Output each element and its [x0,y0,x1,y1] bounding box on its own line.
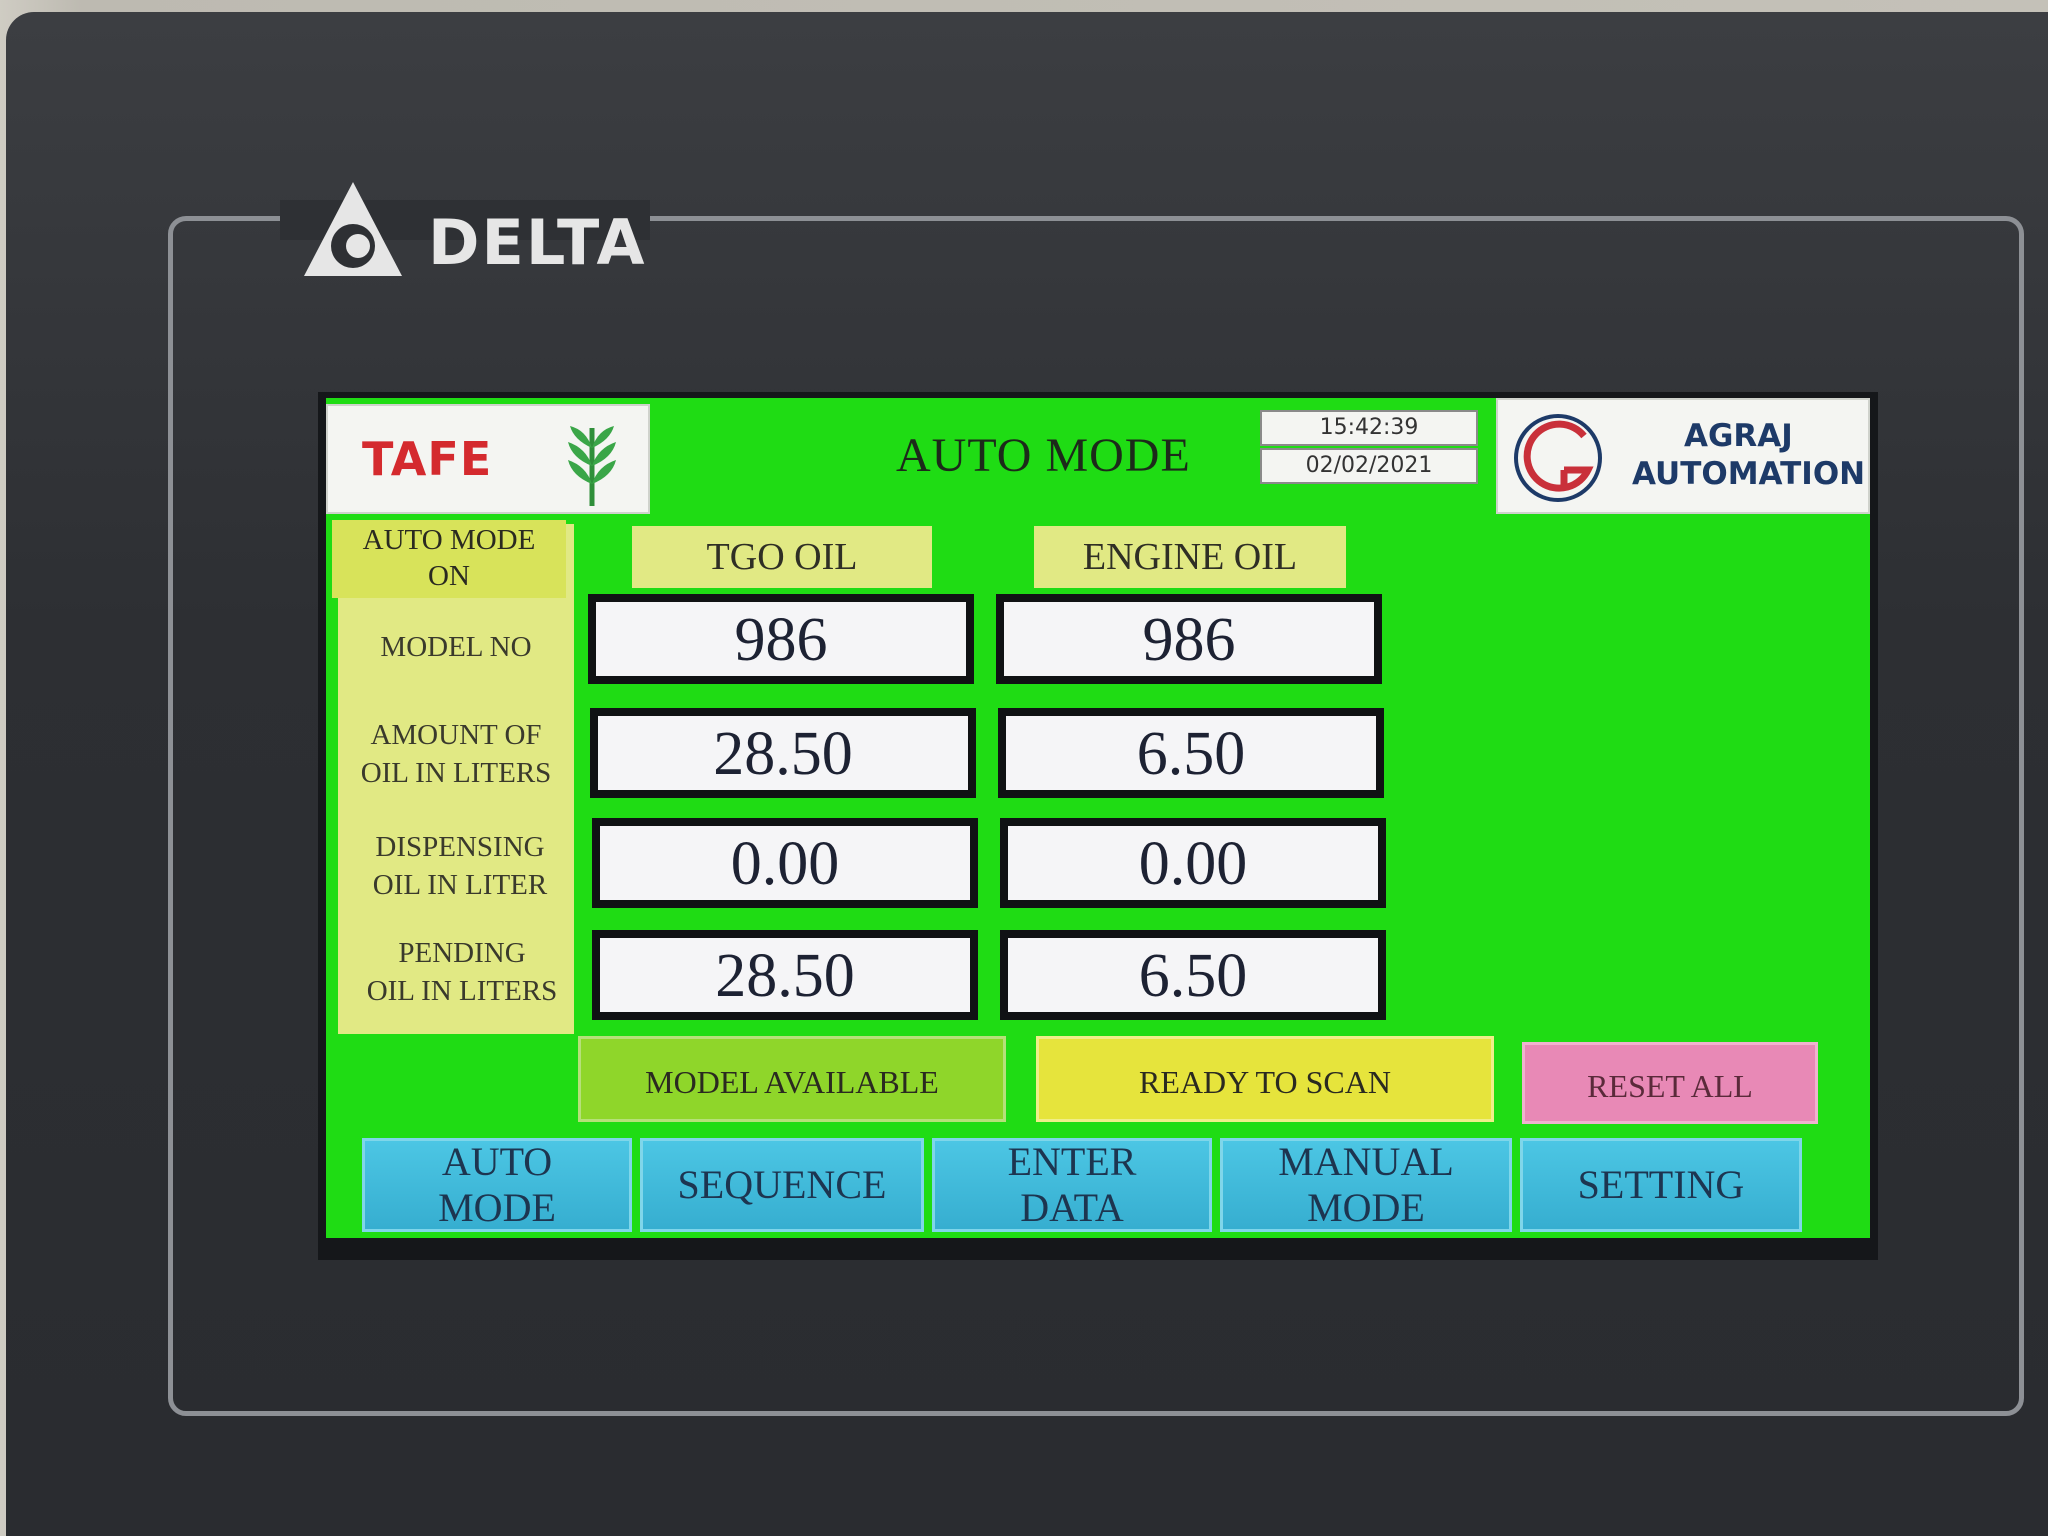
tgo-amount-field[interactable]: 28.50 [590,708,976,798]
row-label-line1: PENDING [398,937,526,969]
nav-setting-button[interactable]: SETTING [1520,1138,1802,1232]
row-label-line1: MODEL NO [380,631,532,663]
row-label-line1: DISPENSING [375,831,545,863]
row-label-dispensing: DISPENSING OIL IN LITER [340,828,580,904]
nav-auto-mode-button[interactable]: AUTO MODE [362,1138,632,1232]
nav-enter-data-button[interactable]: ENTER DATA [932,1138,1212,1232]
nav-manual-mode-button[interactable]: MANUAL MODE [1220,1138,1512,1232]
auto-mode-status-line1: AUTO MODE [362,524,536,556]
row-label-line1: AMOUNT OF [370,719,542,751]
nav-label-line2: MODE [1307,1185,1425,1230]
ready-to-scan-indicator: READY TO SCAN [1036,1036,1494,1122]
tafe-logo: TAFE [326,404,650,514]
row-label-line2: OIL IN LITERS [366,975,558,1007]
nav-label-line2: MODE [438,1185,556,1230]
nav-label-line1: SEQUENCE [677,1162,887,1207]
nav-label-line2: DATA [1020,1185,1124,1230]
auto-mode-status-line2: ON [428,560,470,592]
row-label-line2: OIL IN LITERS [360,757,552,789]
delta-brand-text: DELTA [428,206,647,279]
engine-model-no-field[interactable]: 986 [996,594,1382,684]
nav-label-line1: SETTING [1577,1162,1745,1207]
tafe-leaf-icon [568,426,616,506]
nav-label-line1: MANUAL [1278,1139,1454,1184]
reset-all-button[interactable]: RESET ALL [1522,1042,1818,1124]
auto-mode-status-label: AUTO MODE ON [332,520,566,598]
nav-label-line1: ENTER [1007,1139,1137,1184]
tgo-model-no-field[interactable]: 986 [588,594,974,684]
row-label-model-no: MODEL NO [336,628,576,666]
agraj-g-icon [1514,414,1602,502]
agraj-logo: AGRAJ AUTOMATION [1496,398,1870,514]
delta-logo: DELTA [298,176,645,286]
model-available-indicator: MODEL AVAILABLE [578,1036,1006,1122]
row-label-amount: AMOUNT OF OIL IN LITERS [336,716,576,792]
clock-time: 15:42:39 [1260,410,1478,446]
engine-amount-field[interactable]: 6.50 [998,708,1384,798]
agraj-logo-line2: AUTOMATION [1632,456,1866,492]
clock-date: 02/02/2021 [1260,448,1478,484]
tgo-dispensing-field: 0.00 [592,818,978,908]
row-label-line2: OIL IN LITER [372,869,548,901]
hmi-screen: TAFE AUTO MODE 15:42:39 02/02/2021 AGRAJ… [326,398,1870,1238]
row-label-pending: PENDING OIL IN LITERS [342,934,582,1010]
delta-triangle-icon [304,182,402,276]
nav-label-line1: AUTO [441,1139,553,1184]
nav-sequence-button[interactable]: SEQUENCE [640,1138,924,1232]
agraj-logo-line1: AGRAJ [1684,418,1793,454]
column-header-tgo-oil: TGO OIL [632,526,932,588]
column-header-engine-oil: ENGINE OIL [1034,526,1346,588]
engine-pending-field: 6.50 [1000,930,1386,1020]
engine-dispensing-field: 0.00 [1000,818,1386,908]
screen-title: AUTO MODE [896,429,1191,482]
tafe-logo-text: TAFE [362,432,493,486]
tgo-pending-field: 28.50 [592,930,978,1020]
